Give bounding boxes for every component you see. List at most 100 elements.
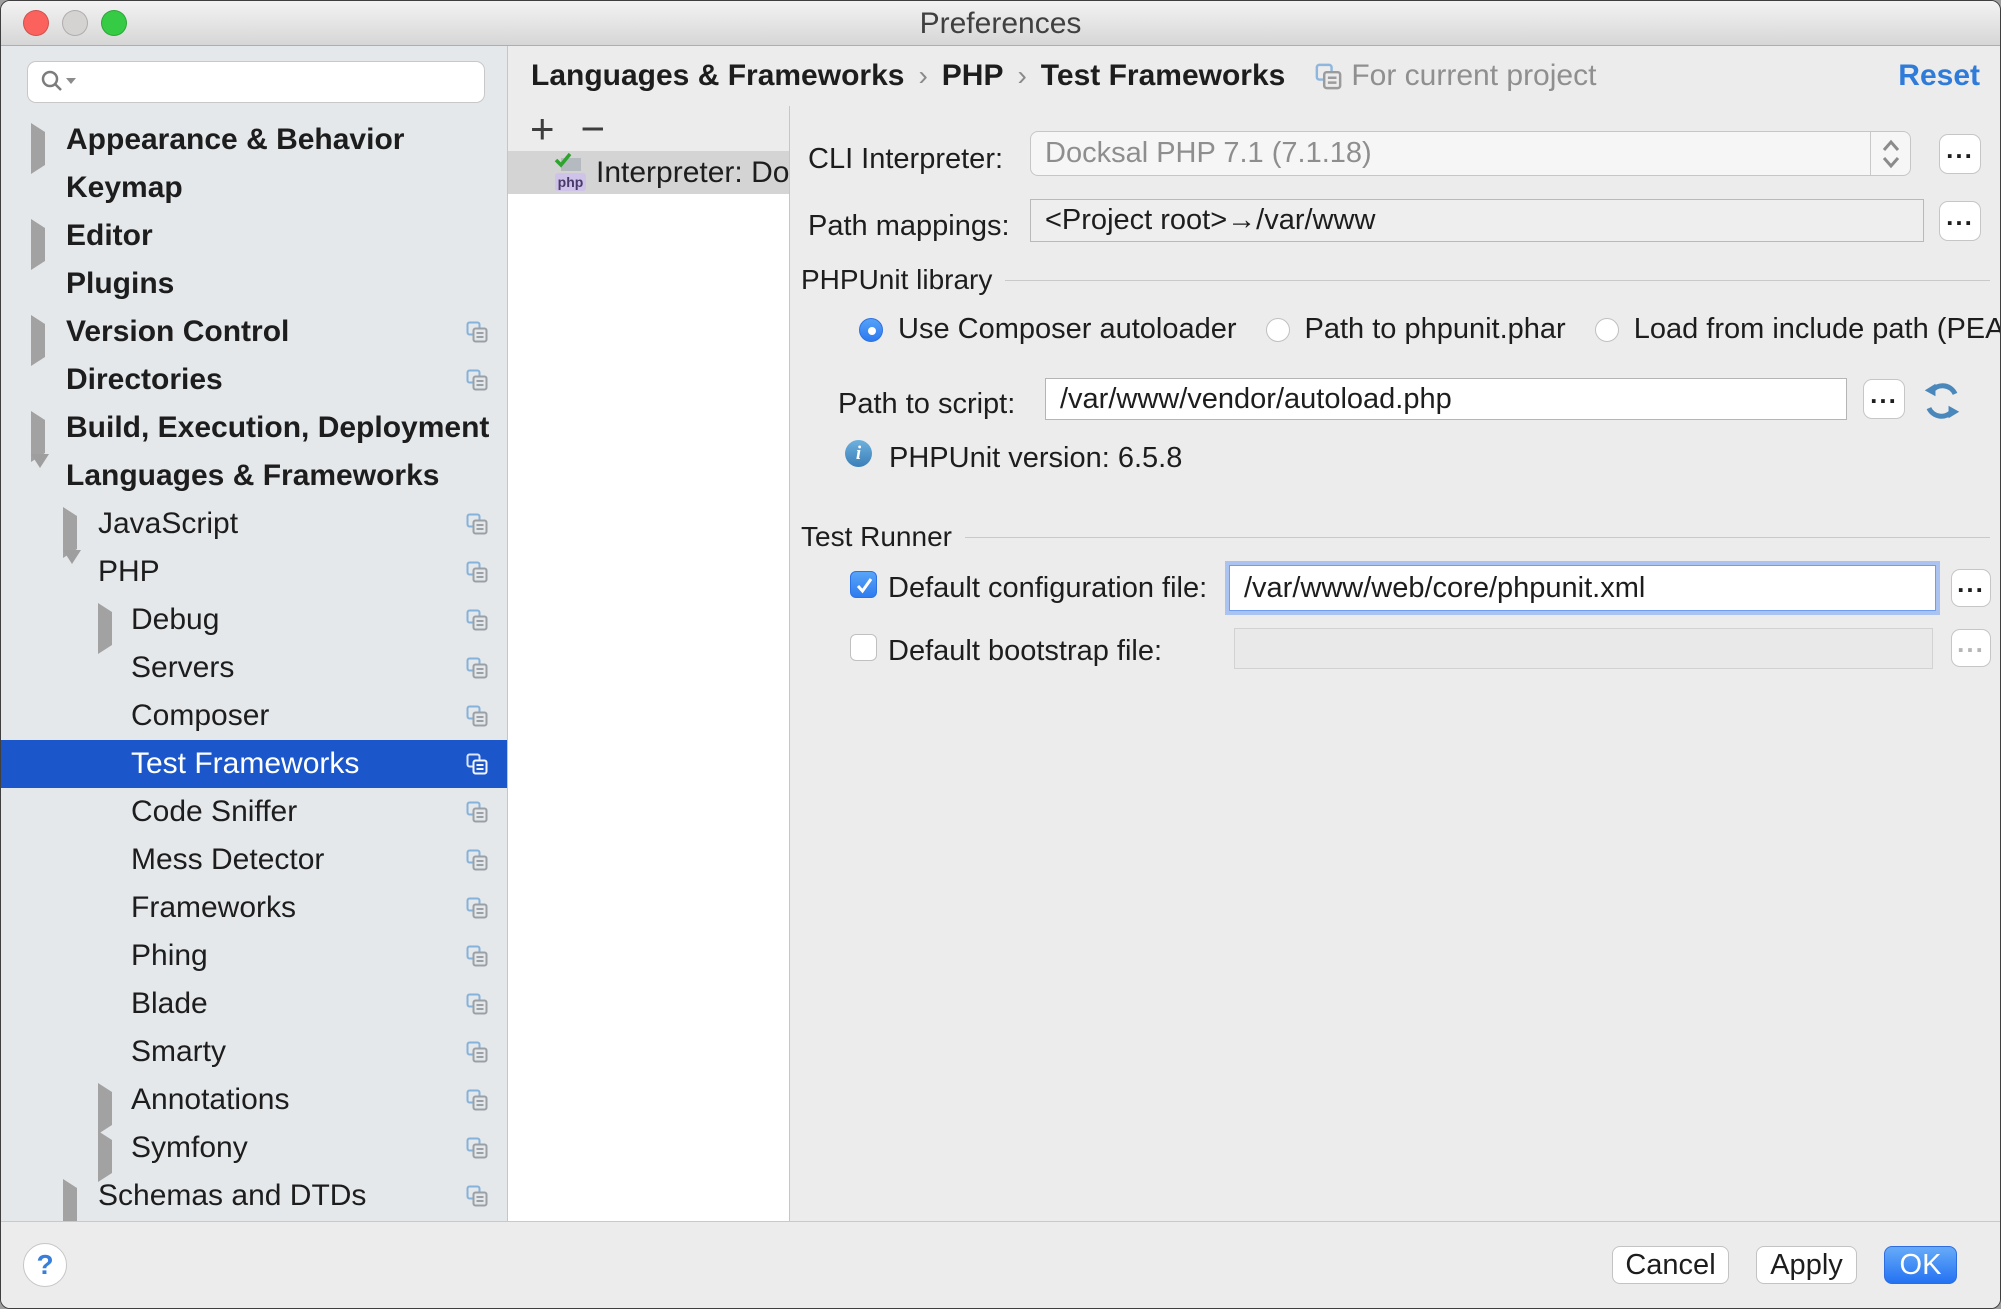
expand-arrow-icon[interactable] <box>63 1188 79 1204</box>
reload-phpunit-version-icon[interactable] <box>1923 382 1961 420</box>
per-project-icon <box>466 801 488 823</box>
sidebar-item-directories[interactable]: Directories <box>1 356 507 404</box>
ok-button[interactable]: OK <box>1884 1246 1957 1284</box>
expand-arrow-icon[interactable] <box>98 1140 114 1156</box>
sidebar-item-label: Build, Execution, Deployment <box>66 411 489 445</box>
sidebar-item-label: Editor <box>66 219 153 253</box>
path-mappings-browse-button[interactable]: ... <box>1939 201 1981 241</box>
scope-indicator: For current project <box>1315 59 1596 93</box>
sidebar-item-code-sniffer[interactable]: Code Sniffer <box>1 788 507 836</box>
sidebar-item-label: Directories <box>66 363 223 397</box>
search-input[interactable] <box>27 61 485 103</box>
expand-arrow-icon[interactable] <box>98 1092 114 1108</box>
select-stepper-icon[interactable] <box>1870 132 1910 175</box>
sidebar-item-plugins[interactable]: Plugins <box>1 260 507 308</box>
radio-button-icon[interactable] <box>1266 318 1290 342</box>
sidebar-item-symfony[interactable]: Symfony <box>1 1124 507 1172</box>
default-bootstrap-file-browse-button: ... <box>1951 629 1991 667</box>
interpreter-list-item[interactable]: php Interpreter: Dock <box>508 151 789 194</box>
sidebar-item-servers[interactable]: Servers <box>1 644 507 692</box>
expand-arrow-icon[interactable] <box>31 132 47 148</box>
per-project-icon <box>466 993 488 1015</box>
remove-interpreter-button[interactable]: − <box>581 109 606 149</box>
cli-interpreter-browse-button[interactable]: ... <box>1939 134 1981 174</box>
default-configuration-file-label: Default configuration file: <box>888 572 1207 605</box>
cli-interpreter-select[interactable]: Docksal PHP 7.1 (7.1.18) <box>1030 131 1911 176</box>
sidebar-item-label: Mess Detector <box>131 843 324 877</box>
info-icon: i <box>845 440 872 467</box>
add-interpreter-button[interactable]: + <box>530 109 555 149</box>
sidebar-item-annotations[interactable]: Annotations <box>1 1076 507 1124</box>
checkmark-icon <box>853 574 876 597</box>
cancel-button[interactable]: Cancel <box>1612 1246 1729 1284</box>
settings-tree: Appearance & Behavior Keymap Editor Plugins… <box>1 116 507 1220</box>
sidebar-item-version-control[interactable]: Version Control <box>1 308 507 356</box>
sidebar-item-keymap[interactable]: Keymap <box>1 164 507 212</box>
sidebar-item-composer[interactable]: Composer <box>1 692 507 740</box>
breadcrumb-segment-test-frameworks[interactable]: Test Frameworks <box>1041 59 1286 93</box>
default-configuration-file-checkbox[interactable] <box>850 571 877 598</box>
sidebar-item-php[interactable]: PHP <box>1 548 507 596</box>
path-mappings-field[interactable]: <Project root>→/var/www <box>1030 199 1924 242</box>
sidebar-item-label: Keymap <box>66 171 183 205</box>
radio-button-icon[interactable] <box>859 318 883 342</box>
sidebar-item-editor[interactable]: Editor <box>1 212 507 260</box>
radio-button-icon[interactable] <box>1595 318 1619 342</box>
reset-link[interactable]: Reset <box>1898 59 1980 93</box>
breadcrumb-segment-languages-frameworks[interactable]: Languages & Frameworks <box>531 59 904 93</box>
per-project-icon <box>466 657 488 679</box>
sidebar-item-debug[interactable]: Debug <box>1 596 507 644</box>
sidebar-item-smarty[interactable]: Smarty <box>1 1028 507 1076</box>
sidebar-item-schemas-and-dtds[interactable]: Schemas and DTDs <box>1 1172 507 1220</box>
test-frameworks-form: CLI Interpreter: Docksal PHP 7.1 (7.1.18… <box>790 106 2000 1221</box>
sidebar-item-appearance-behavior[interactable]: Appearance & Behavior <box>1 116 507 164</box>
collapse-arrow-icon[interactable] <box>31 468 47 484</box>
sidebar-item-mess-detector[interactable]: Mess Detector <box>1 836 507 884</box>
apply-button[interactable]: Apply <box>1756 1246 1857 1284</box>
php-interpreter-icon: php <box>552 154 588 192</box>
path-to-script-field[interactable]: /var/www/vendor/autoload.php <box>1045 378 1847 420</box>
expand-arrow-icon[interactable] <box>31 324 47 340</box>
sidebar-item-label: Blade <box>131 987 208 1021</box>
sidebar-item-label: Version Control <box>66 315 289 349</box>
sidebar-item-phing[interactable]: Phing <box>1 932 507 980</box>
expand-arrow-icon[interactable] <box>31 420 47 436</box>
per-project-icon <box>466 1041 488 1063</box>
settings-sidebar: Appearance & Behavior Keymap Editor Plugins… <box>1 46 508 1221</box>
breadcrumb-segment-php[interactable]: PHP <box>942 59 1004 93</box>
sidebar-item-label: Schemas and DTDs <box>98 1179 366 1213</box>
sidebar-item-frameworks[interactable]: Frameworks <box>1 884 507 932</box>
interpreter-list-toolbar: + − <box>508 106 789 151</box>
sidebar-item-label: Debug <box>131 603 219 637</box>
collapse-arrow-icon[interactable] <box>63 564 79 580</box>
sidebar-item-languages-frameworks[interactable]: Languages & Frameworks <box>1 452 507 500</box>
sidebar-item-build-execution-deployment[interactable]: Build, Execution, Deployment <box>1 404 507 452</box>
per-project-icon <box>466 1089 488 1111</box>
default-bootstrap-file-checkbox[interactable] <box>850 634 877 661</box>
interpreter-list-item-label: Interpreter: Dock <box>596 156 789 190</box>
default-configuration-file-browse-button[interactable]: ... <box>1951 569 1991 607</box>
phpunit-version-note: PHPUnit version: 6.5.8 <box>889 442 1182 475</box>
radio-path-to-phpunit-phar[interactable]: Path to phpunit.phar <box>1266 313 1566 346</box>
sidebar-item-label: Symfony <box>131 1131 248 1165</box>
per-project-icon <box>466 561 488 583</box>
radio-load-from-include-path-pear[interactable]: Load from include path (PEAR) <box>1595 313 2001 346</box>
sidebar-item-label: PHP <box>98 555 160 589</box>
per-project-icon <box>466 897 488 919</box>
breadcrumb-separator: › <box>918 60 927 92</box>
expand-arrow-icon[interactable] <box>63 516 79 532</box>
default-configuration-file-field[interactable]: /var/www/web/core/phpunit.xml <box>1229 565 1936 611</box>
sidebar-item-test-frameworks[interactable]: Test Frameworks <box>1 740 507 788</box>
expand-arrow-icon[interactable] <box>98 612 114 628</box>
sidebar-item-label: Phing <box>131 939 208 973</box>
sidebar-item-javascript[interactable]: JavaScript <box>1 500 507 548</box>
path-to-script-browse-button[interactable]: ... <box>1863 379 1905 419</box>
titlebar: Preferences <box>1 1 2000 46</box>
radio-label: Path to phpunit.phar <box>1305 313 1566 346</box>
radio-use-composer-autoloader[interactable]: Use Composer autoloader <box>859 313 1237 346</box>
interpreter-list-empty-area <box>508 194 789 1221</box>
sidebar-item-blade[interactable]: Blade <box>1 980 507 1028</box>
expand-arrow-icon[interactable] <box>31 228 47 244</box>
per-project-icon <box>466 1185 488 1207</box>
help-button[interactable]: ? <box>23 1243 67 1287</box>
